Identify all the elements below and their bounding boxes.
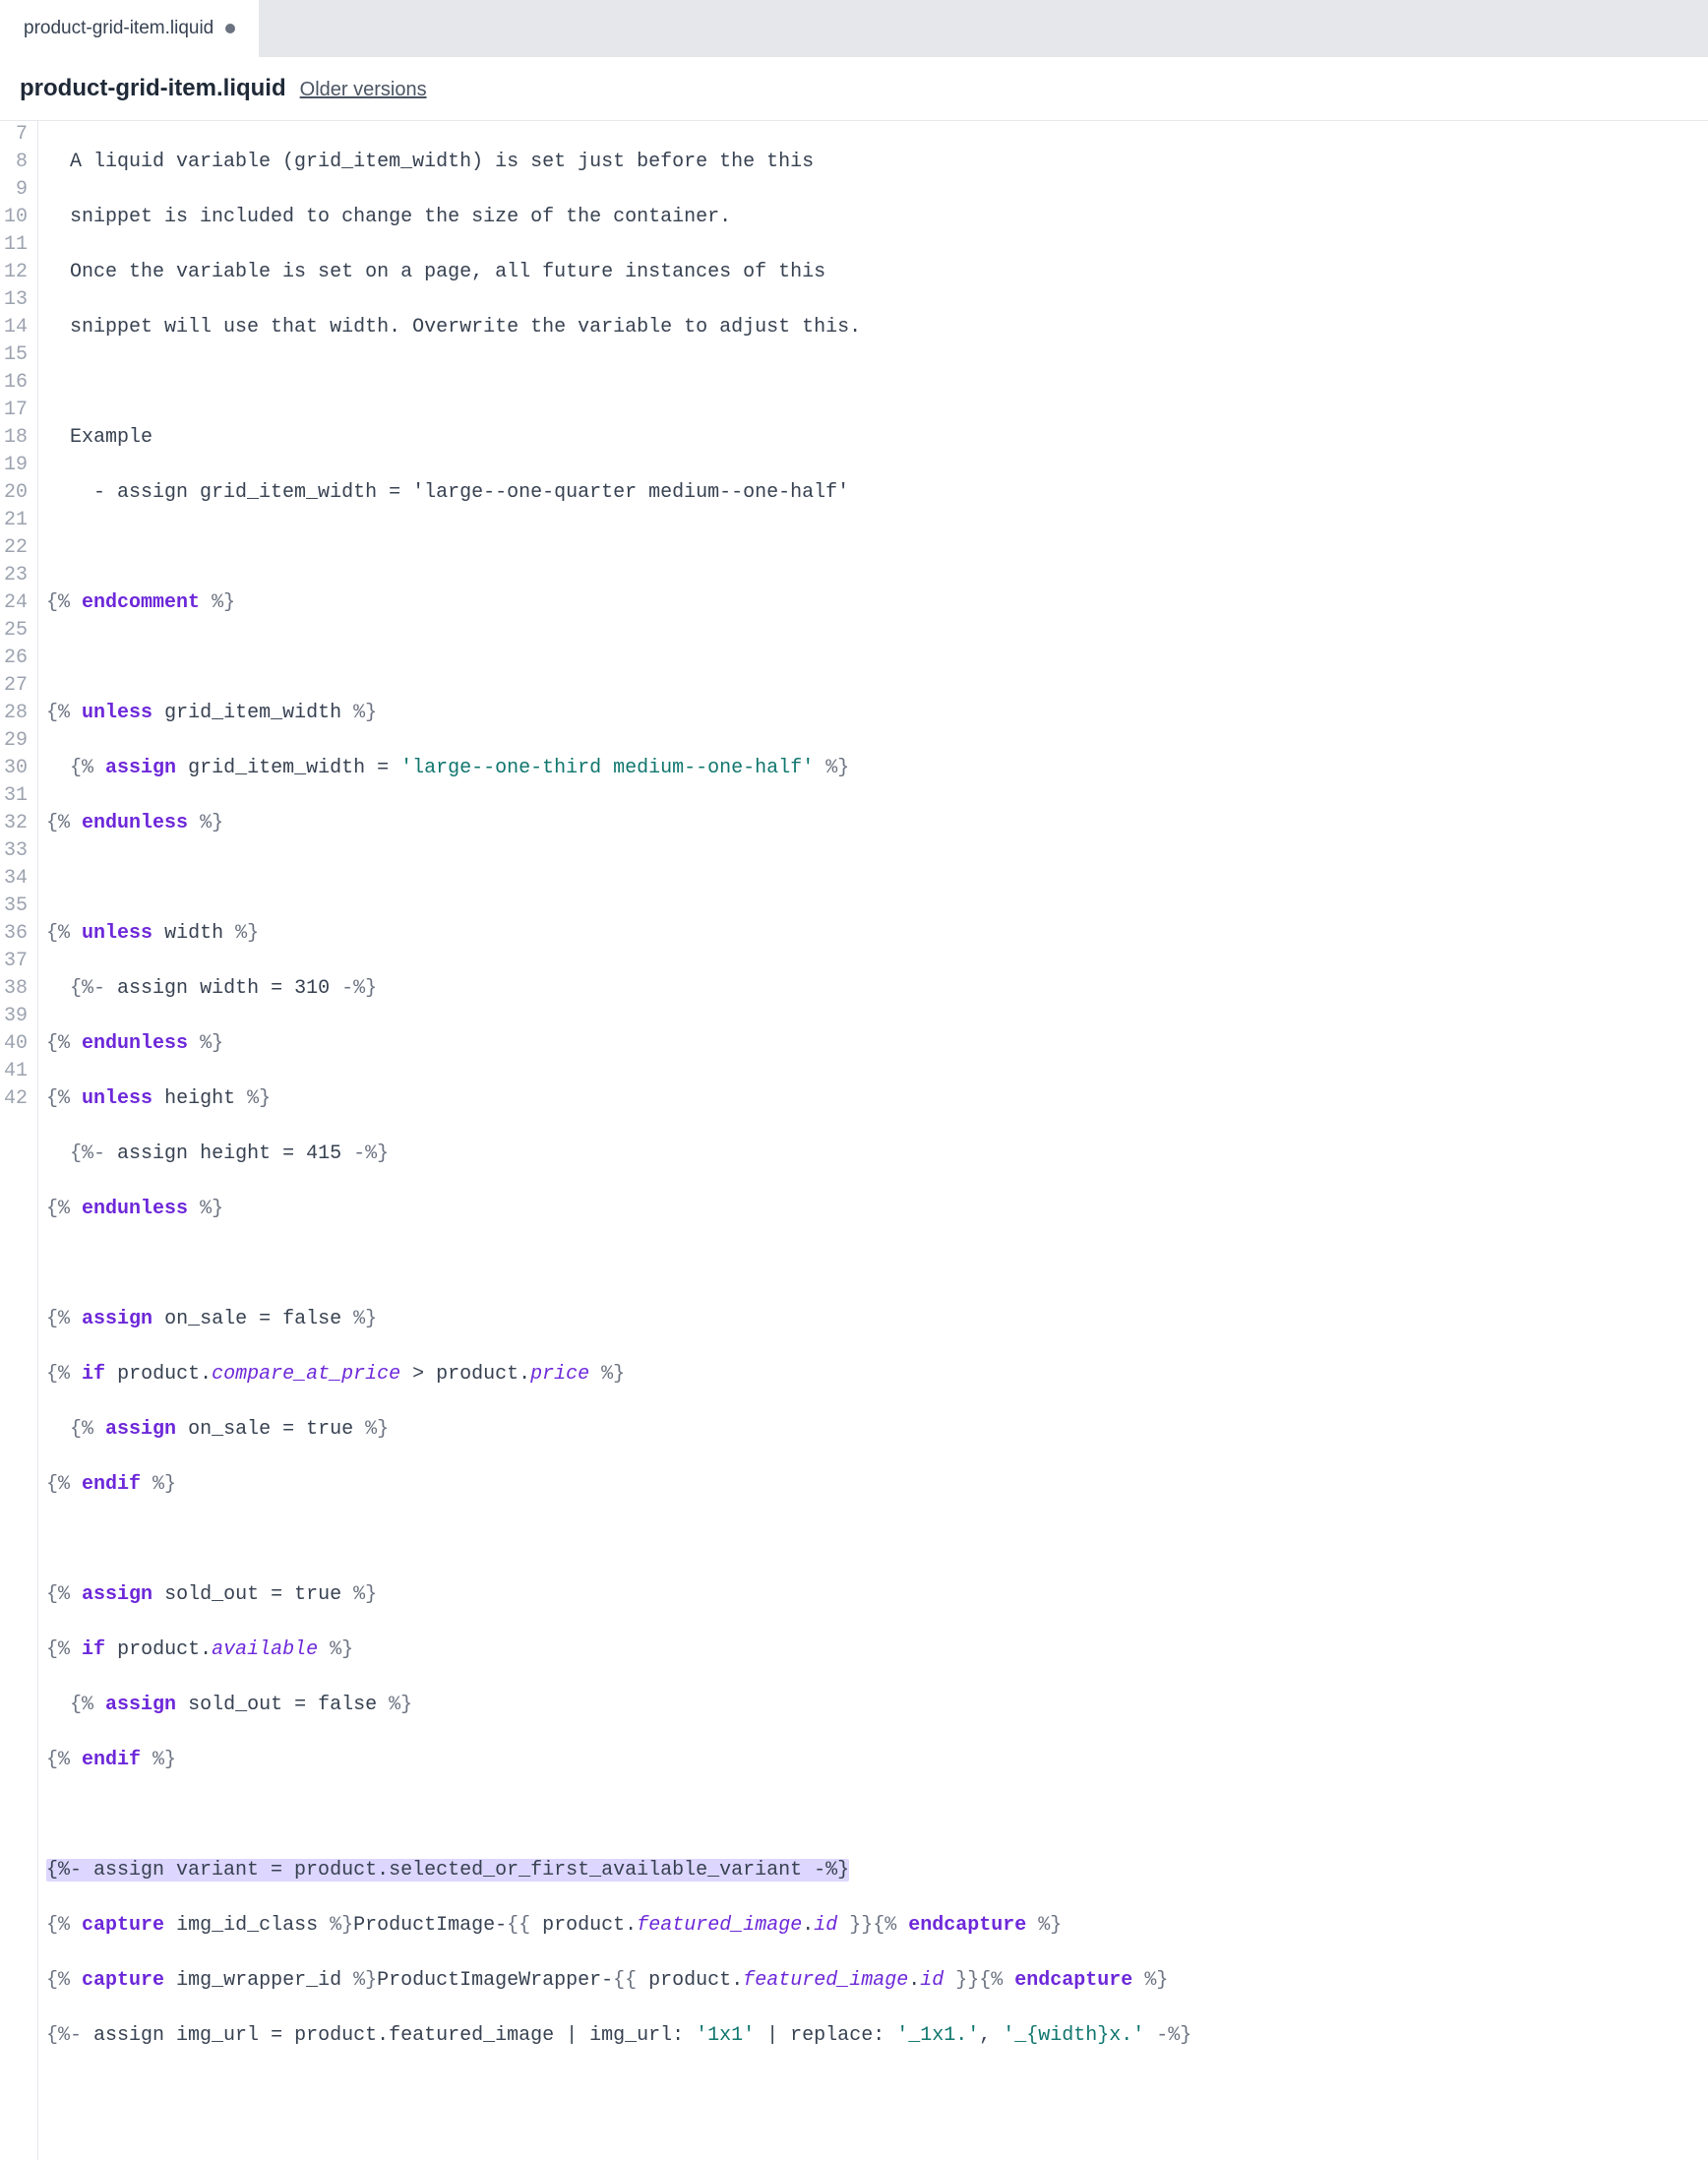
line-number: 15 xyxy=(4,341,28,369)
line-number: 12 xyxy=(4,259,28,286)
code-line xyxy=(46,1802,1708,1829)
line-number: 34 xyxy=(4,865,28,893)
line-number: 14 xyxy=(4,314,28,341)
line-number: 42 xyxy=(4,1085,28,1113)
line-number: 18 xyxy=(4,424,28,452)
code-line: {% endunless %} xyxy=(46,810,1708,837)
code-line: {% assign on_sale = false %} xyxy=(46,1306,1708,1333)
code-line: {% endcomment %} xyxy=(46,589,1708,617)
line-number: 19 xyxy=(4,452,28,479)
code-line-highlighted: {%- assign variant = product.selected_or… xyxy=(46,1857,1708,1884)
file-header: product-grid-item.liquid Older versions xyxy=(0,57,1708,121)
line-number: 21 xyxy=(4,507,28,534)
code-line: Once the variable is set on a page, all … xyxy=(46,259,1708,286)
line-number-gutter: 7891011121314151617181920212223242526272… xyxy=(0,121,38,2160)
code-line: {% capture img_id_class %}ProductImage-{… xyxy=(46,1912,1708,1940)
code-line: A liquid variable (grid_item_width) is s… xyxy=(46,149,1708,176)
code-content[interactable]: A liquid variable (grid_item_width) is s… xyxy=(38,121,1708,2160)
code-line: {% assign sold_out = false %} xyxy=(46,1692,1708,1719)
tab-label: product-grid-item.liquid xyxy=(24,18,214,39)
code-line: {% unless width %} xyxy=(46,920,1708,948)
line-number: 23 xyxy=(4,562,28,589)
line-number: 20 xyxy=(4,479,28,507)
line-number: 33 xyxy=(4,837,28,865)
code-line: {% if product.compare_at_price > product… xyxy=(46,1361,1708,1389)
line-number: 29 xyxy=(4,727,28,755)
line-number: 31 xyxy=(4,782,28,810)
code-line: {%- assign img_url = product.featured_im… xyxy=(46,2022,1708,2050)
code-line: {% endif %} xyxy=(46,1747,1708,1774)
code-line: {% unless grid_item_width %} xyxy=(46,700,1708,727)
line-number: 7 xyxy=(4,121,28,149)
line-number: 22 xyxy=(4,534,28,562)
code-line xyxy=(46,645,1708,672)
code-editor[interactable]: 7891011121314151617181920212223242526272… xyxy=(0,121,1708,2160)
line-number: 41 xyxy=(4,1058,28,1085)
code-line xyxy=(46,1251,1708,1278)
line-number: 30 xyxy=(4,755,28,782)
line-number: 37 xyxy=(4,948,28,975)
line-number: 8 xyxy=(4,149,28,176)
code-line: {%- assign width = 310 -%} xyxy=(46,975,1708,1003)
code-line: {% capture img_wrapper_id %}ProductImage… xyxy=(46,1967,1708,1995)
code-line xyxy=(46,534,1708,562)
modified-dot-icon xyxy=(225,24,235,33)
code-line xyxy=(46,369,1708,397)
line-number: 16 xyxy=(4,369,28,397)
tab-bar: product-grid-item.liquid xyxy=(0,0,1708,57)
code-line: {% assign on_sale = true %} xyxy=(46,1416,1708,1444)
code-line: {% assign grid_item_width = 'large--one-… xyxy=(46,755,1708,782)
line-number: 9 xyxy=(4,176,28,204)
code-line xyxy=(46,865,1708,893)
code-line xyxy=(46,2077,1708,2105)
code-line: snippet will use that width. Overwrite t… xyxy=(46,314,1708,341)
code-line: {%- assign height = 415 -%} xyxy=(46,1141,1708,1168)
older-versions-link[interactable]: Older versions xyxy=(300,79,427,101)
line-number: 38 xyxy=(4,975,28,1003)
code-line: {% assign sold_out = true %} xyxy=(46,1581,1708,1609)
line-number: 17 xyxy=(4,397,28,424)
line-number: 35 xyxy=(4,893,28,920)
code-line: {% unless height %} xyxy=(46,1085,1708,1113)
line-number: 24 xyxy=(4,589,28,617)
line-number: 27 xyxy=(4,672,28,700)
file-title: product-grid-item.liquid xyxy=(20,75,286,102)
code-line: {% endunless %} xyxy=(46,1196,1708,1223)
code-line: {% endunless %} xyxy=(46,1030,1708,1058)
line-number: 10 xyxy=(4,204,28,231)
file-tab[interactable]: product-grid-item.liquid xyxy=(0,0,259,57)
line-number: 26 xyxy=(4,645,28,672)
code-line: {% endif %} xyxy=(46,1471,1708,1499)
code-line: Example xyxy=(46,424,1708,452)
line-number: 40 xyxy=(4,1030,28,1058)
code-line: - assign grid_item_width = 'large--one-q… xyxy=(46,479,1708,507)
line-number: 28 xyxy=(4,700,28,727)
line-number: 36 xyxy=(4,920,28,948)
line-number: 25 xyxy=(4,617,28,645)
code-line: snippet is included to change the size o… xyxy=(46,204,1708,231)
line-number: 32 xyxy=(4,810,28,837)
code-line: {% if product.available %} xyxy=(46,1636,1708,1664)
line-number: 13 xyxy=(4,286,28,314)
line-number: 11 xyxy=(4,231,28,259)
line-number: 39 xyxy=(4,1003,28,1030)
code-line xyxy=(46,1526,1708,1554)
